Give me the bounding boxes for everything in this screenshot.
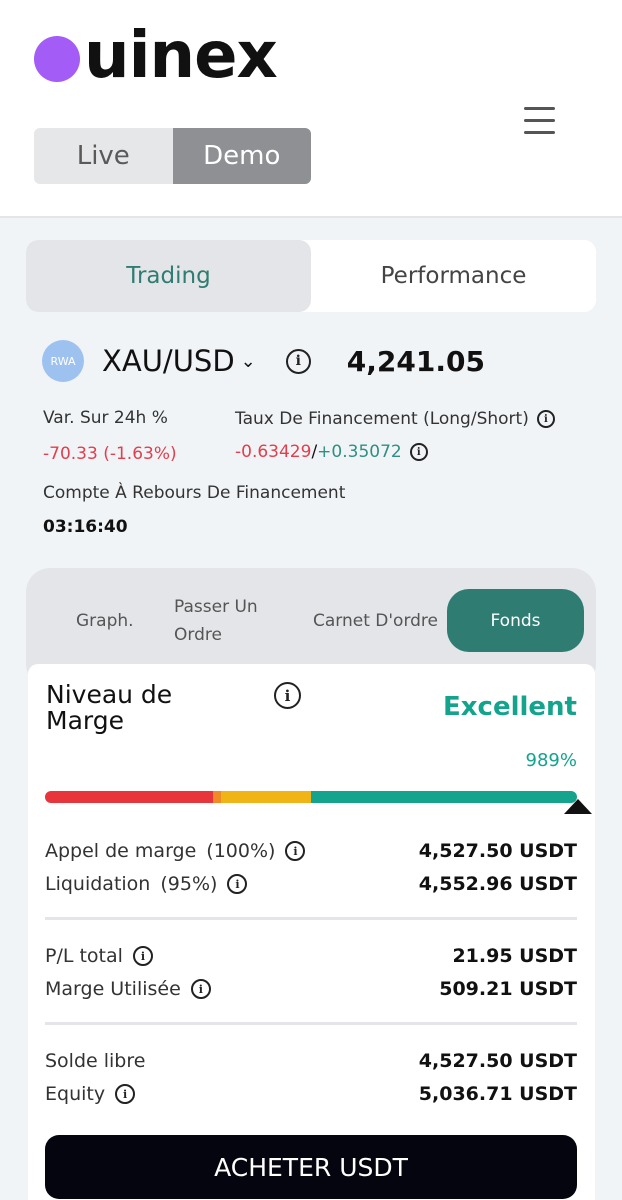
tab-trading[interactable]: Trading (26, 240, 311, 312)
rwa-badge: RWA (42, 340, 84, 382)
bar-segment-green (311, 791, 577, 803)
liquidation-label: Liquidation (45, 873, 151, 895)
tab-funds[interactable]: Fonds (447, 589, 584, 652)
margin-status: Excellent (443, 692, 577, 722)
free-balance-value: 4,527.50 USDT (418, 1050, 577, 1072)
info-icon[interactable]: i (536, 410, 555, 428)
change-24h-value: -70.33 (-1.63%) (43, 444, 177, 464)
pl-total-label: P/L total (45, 945, 123, 967)
countdown-value: 03:16:40 (43, 517, 128, 537)
info-icon[interactable]: i (409, 443, 428, 461)
countdown-label: Compte À Rebours De Financement (43, 483, 346, 503)
free-balance-label: Solde libre (45, 1050, 146, 1072)
info-icon[interactable]: i (285, 348, 311, 374)
live-mode-button[interactable]: Live (34, 128, 173, 184)
pl-total-value: 21.95 USDT (452, 945, 577, 967)
hamburger-menu-icon[interactable] (524, 107, 555, 134)
equity-label-row: Equity i (45, 1083, 136, 1105)
margin-call-label: Appel de marge (45, 840, 197, 862)
demo-mode-button[interactable]: Demo (172, 128, 311, 184)
used-margin-label: Marge Utilisée (45, 978, 181, 1000)
pair-selector[interactable]: XAU/USD (102, 344, 235, 378)
funding-rate-values: -0.63429 / +0.35072 i (235, 442, 428, 462)
bar-segment-red (45, 791, 213, 803)
liquidation-label-row: Liquidation (95%) i (45, 873, 248, 895)
equity-value: 5,036.71 USDT (418, 1083, 577, 1105)
info-icon[interactable]: i (227, 874, 248, 894)
margin-call-pct: (100%) (206, 840, 276, 862)
tab-performance[interactable]: Performance (311, 240, 596, 312)
funding-long-value: -0.63429 (235, 442, 312, 462)
funding-rate-label-row: Taux De Financement (Long/Short) i (235, 409, 555, 429)
tab-place-order-line1: Passer Un (174, 597, 258, 617)
margin-call-label-row: Appel de marge (100%) i (45, 840, 306, 862)
change-24h-label: Var. Sur 24h % (43, 408, 168, 428)
uinex-logo[interactable]: uinex (34, 19, 278, 93)
funds-card: Niveau de Marge i Excellent 989% Appel d… (28, 664, 595, 1200)
bar-segment-yellow (221, 791, 311, 803)
info-icon[interactable]: i (190, 979, 211, 999)
liquidation-value: 4,552.96 USDT (418, 873, 577, 895)
funding-rate-label: Taux De Financement (Long/Short) (235, 409, 529, 429)
free-balance-label-row: Solde libre (45, 1050, 145, 1072)
live-demo-toggle: Live Demo (34, 128, 311, 184)
divider (45, 1022, 577, 1025)
info-icon[interactable]: i (285, 841, 306, 861)
logo-dot-icon (34, 36, 80, 82)
margin-level-title: Niveau de Marge (46, 680, 173, 735)
pair-price: 4,241.05 (346, 344, 485, 378)
tab-graph[interactable]: Graph. (76, 607, 134, 635)
divider (45, 917, 577, 920)
used-margin-label-row: Marge Utilisée i (45, 978, 211, 1000)
pair-header: RWA XAU/USD ⌄ i 4,241.05 (42, 340, 602, 382)
main-tabs: Trading Performance (26, 240, 596, 312)
info-icon[interactable]: i (115, 1084, 136, 1104)
liquidation-pct: (95%) (160, 873, 218, 895)
buy-usdt-button[interactable]: ACHETER USDT (45, 1135, 577, 1199)
margin-level-bar (45, 791, 577, 803)
app-header: uinex Live Demo (0, 0, 622, 218)
logo-text: uinex (84, 19, 278, 93)
funding-short-value: +0.35072 (317, 442, 402, 462)
used-margin-value: 509.21 USDT (439, 978, 577, 1000)
info-icon[interactable]: i (132, 946, 153, 966)
pl-total-label-row: P/L total i (45, 945, 153, 967)
bar-segment-orange (213, 791, 221, 803)
margin-percent: 989% (525, 750, 577, 771)
margin-level-marker-icon (564, 799, 592, 814)
margin-call-value: 4,527.50 USDT (418, 840, 577, 862)
equity-label: Equity (45, 1083, 106, 1105)
tab-place-order[interactable]: Passer Un Ordre (174, 593, 258, 649)
tab-place-order-line2: Ordre (174, 625, 222, 645)
chevron-down-icon[interactable]: ⌄ (241, 351, 256, 372)
info-icon[interactable]: i (274, 682, 301, 709)
tab-orderbook[interactable]: Carnet D'ordre (313, 607, 438, 635)
